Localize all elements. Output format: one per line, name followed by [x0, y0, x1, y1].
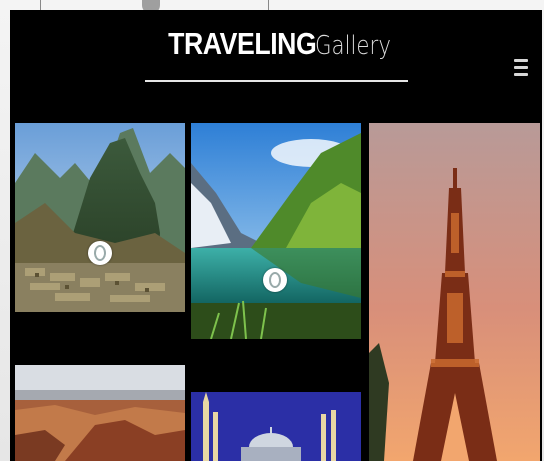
title-divider: [145, 80, 408, 82]
canyon-photo: [15, 365, 185, 461]
brand-title: TRAVELING Gallery: [10, 26, 542, 62]
mosque-photo: [191, 392, 361, 461]
hamburger-menu-icon[interactable]: [514, 59, 528, 77]
header: TRAVELING Gallery: [10, 10, 542, 120]
gallery-card-canyon[interactable]: [15, 365, 185, 461]
gallery-card-lake[interactable]: [191, 123, 361, 339]
gallery-app: TRAVELING Gallery: [10, 10, 542, 461]
lake-photo: [191, 123, 361, 339]
location-pin-icon[interactable]: [263, 268, 287, 292]
gallery-card-tower[interactable]: [369, 123, 540, 461]
tower-photo: [369, 123, 540, 461]
gallery-card-mosque[interactable]: [191, 392, 361, 461]
brand-bold: TRAVELING: [168, 26, 317, 61]
brand-light: Gallery: [315, 31, 392, 61]
ruins-photo: [15, 123, 185, 312]
location-pin-icon[interactable]: [88, 241, 112, 265]
gallery-card-ruins[interactable]: [15, 123, 185, 312]
